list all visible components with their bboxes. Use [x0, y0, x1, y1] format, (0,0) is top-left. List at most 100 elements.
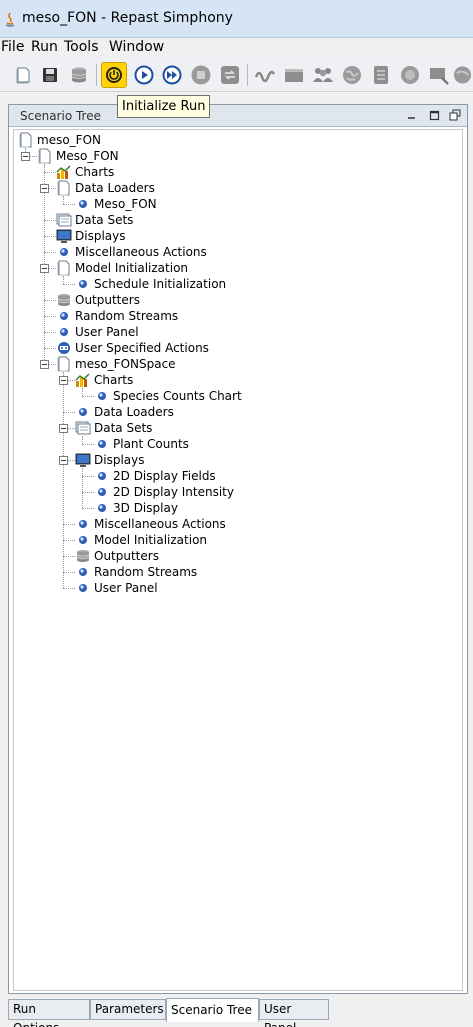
menu-file[interactable]: File	[0, 38, 25, 58]
tree-node[interactable]: 2D Display Intensity	[94, 484, 234, 500]
open-icon[interactable]	[10, 62, 36, 88]
start-run-icon[interactable]	[131, 62, 157, 88]
database-icon	[75, 548, 91, 564]
bullet-icon	[75, 404, 91, 420]
tree-node[interactable]: Data Sets	[75, 420, 152, 436]
tree-node[interactable]: Species Counts Chart	[94, 388, 242, 404]
list-icon[interactable]	[368, 62, 394, 88]
bullet-icon	[94, 484, 110, 500]
maximize-icon[interactable]	[427, 108, 441, 122]
tree-node[interactable]: Random Streams	[75, 564, 197, 580]
tab-scenario-tree[interactable]: Scenario Tree	[166, 998, 259, 1022]
tree-node[interactable]: Miscellaneous Actions	[75, 516, 226, 532]
wave-icon[interactable]	[252, 62, 278, 88]
tree-connector	[63, 196, 64, 204]
tree-connector	[63, 204, 75, 205]
bullet-icon	[94, 388, 110, 404]
tree-connector	[82, 436, 83, 444]
tab-run-options[interactable]: Run Options	[8, 999, 90, 1027]
monitor-icon	[75, 452, 91, 468]
tree-node-label: Meso_FON	[94, 197, 157, 211]
search-icon[interactable]	[426, 62, 452, 88]
tree-node-label: Outputters	[75, 293, 140, 307]
tree-node[interactable]: Plant Counts	[94, 436, 189, 452]
collapse-toggle-icon[interactable]	[59, 376, 68, 385]
tree-node[interactable]: Charts	[75, 372, 133, 388]
tree-node[interactable]: Miscellaneous Actions	[56, 244, 207, 260]
tab-user-panel[interactable]: User Panel	[259, 999, 329, 1027]
tree-node[interactable]: Meso_FON	[75, 196, 157, 212]
tree-node-label: Displays	[94, 453, 145, 467]
tree-node[interactable]: Outputters	[75, 548, 159, 564]
collapse-toggle-icon[interactable]	[59, 456, 68, 465]
tree-node[interactable]: Displays	[56, 228, 125, 244]
tree-node[interactable]: Model Initialization	[56, 260, 188, 276]
bottom-tabs: Run Options Parameters Scenario Tree Use…	[8, 998, 468, 1027]
tree-node-label: meso_FONSpace	[75, 357, 176, 371]
menu-window[interactable]: Window	[108, 38, 165, 58]
restore-icon[interactable]	[448, 108, 462, 122]
tab-parameters[interactable]: Parameters	[90, 999, 166, 1020]
tree-node[interactable]: 3D Display	[94, 500, 178, 516]
tree-node[interactable]: Data Sets	[56, 212, 133, 228]
tree-node[interactable]: User Panel	[56, 324, 139, 340]
title-bar: meso_FON - Repast Simphony	[0, 0, 473, 38]
tree-node-label: User Specified Actions	[75, 341, 209, 355]
tree-node[interactable]: Displays	[75, 452, 144, 468]
step-run-icon[interactable]	[159, 62, 185, 88]
globe-icon[interactable]	[397, 62, 423, 88]
panel-icon[interactable]	[281, 62, 307, 88]
tree-node[interactable]: User Specified Actions	[56, 340, 209, 356]
tree-node[interactable]: User Panel	[75, 580, 158, 596]
initialize-run-icon[interactable]	[101, 62, 127, 88]
bullet-icon	[56, 308, 72, 324]
tree-node-label: Data Loaders	[94, 405, 174, 419]
document-icon	[37, 148, 53, 164]
collapse-toggle-icon[interactable]	[21, 152, 30, 161]
stop-run-icon[interactable]	[188, 62, 214, 88]
agents-icon[interactable]	[310, 62, 336, 88]
tree-connector	[82, 492, 94, 493]
tree-node-label: Miscellaneous Actions	[94, 517, 226, 531]
tree-node[interactable]: Data Loaders	[75, 404, 174, 420]
tree-node[interactable]: Charts	[56, 164, 114, 180]
toolbar	[0, 58, 473, 92]
tree-connector	[82, 444, 94, 445]
tree-node[interactable]: 2D Display Fields	[94, 468, 216, 484]
minimize-icon[interactable]	[405, 108, 419, 122]
save-icon[interactable]	[37, 62, 63, 88]
menu-tools[interactable]: Tools	[63, 38, 100, 58]
tree-connector	[63, 556, 75, 557]
menu-run[interactable]: Run	[30, 38, 59, 58]
tree-node[interactable]: Schedule Initialization	[75, 276, 226, 292]
tree-node[interactable]: Random Streams	[56, 308, 178, 324]
tree-connector	[63, 540, 75, 541]
tree-node-label: 2D Display Fields	[113, 469, 216, 483]
tree-node[interactable]: meso_FONSpace	[56, 356, 176, 372]
tree-node[interactable]: Model Initialization	[75, 532, 207, 548]
tree-connector	[82, 468, 83, 508]
tree-connector	[82, 508, 94, 509]
collapse-toggle-icon[interactable]	[40, 360, 49, 369]
globe-icon[interactable]	[452, 62, 473, 88]
tree-node[interactable]: Data Loaders	[56, 180, 155, 196]
database-icon[interactable]	[66, 62, 92, 88]
reset-run-icon[interactable]	[217, 62, 243, 88]
tree-node-label: Random Streams	[75, 309, 179, 323]
document-icon	[56, 180, 72, 196]
tree-node[interactable]: meso_FON	[18, 132, 101, 148]
tree-node[interactable]: Meso_FON	[37, 148, 119, 164]
database-icon	[56, 292, 72, 308]
tree-node-label: User Panel	[94, 581, 158, 595]
collapse-toggle-icon[interactable]	[40, 184, 49, 193]
collapse-toggle-icon[interactable]	[59, 424, 68, 433]
tree-node-label: Data Sets	[75, 213, 134, 227]
collapse-toggle-icon[interactable]	[40, 264, 49, 273]
globe-icon[interactable]	[339, 62, 365, 88]
tree-connector	[63, 412, 75, 413]
tree-node-label: Displays	[75, 229, 126, 243]
scenario-tree: meso_FON Meso_FON Charts Data Loaders Meso_F…	[13, 129, 463, 991]
tree-node[interactable]: Outputters	[56, 292, 140, 308]
menu-bar: File Run Tools Window	[0, 38, 473, 58]
tree-node-label: Random Streams	[94, 565, 198, 579]
